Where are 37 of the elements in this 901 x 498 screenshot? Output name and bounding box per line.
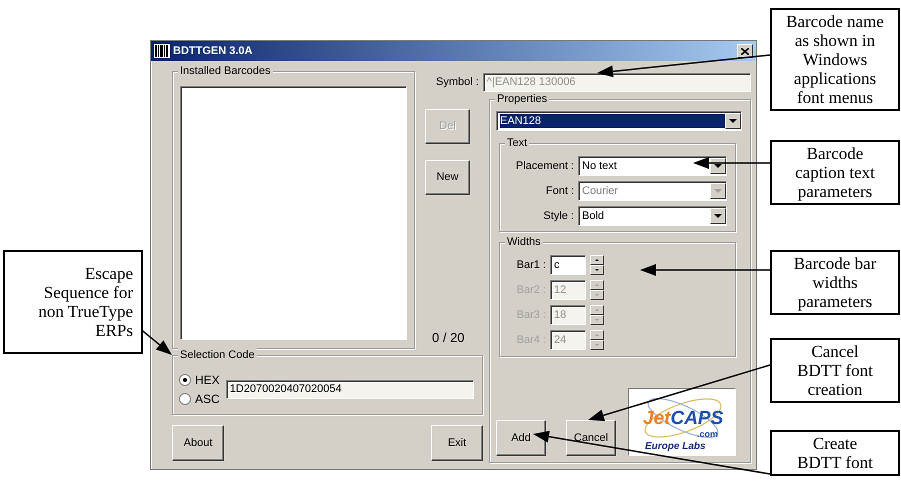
- barcode-icon: [154, 44, 170, 58]
- cancel-button[interactable]: Cancel: [566, 420, 616, 456]
- field-label: Font :: [544, 184, 574, 199]
- spin-buttons[interactable]: [590, 255, 604, 275]
- callout-box: Barcode bar widths parameters: [770, 250, 900, 315]
- barcode-count: 0 / 20: [432, 328, 465, 346]
- radio-label: HEX: [195, 372, 220, 388]
- close-icon: [741, 48, 749, 54]
- about-button[interactable]: About: [172, 425, 224, 461]
- radio-button[interactable]: [179, 374, 191, 386]
- radio-button[interactable]: [179, 392, 191, 404]
- callout-box: Create BDTT font: [770, 430, 900, 476]
- window-title: BDTTGEN 3.0A: [173, 44, 252, 59]
- add-button[interactable]: Add: [496, 420, 546, 456]
- callout-box: Barcode caption text parameters: [770, 140, 900, 205]
- callout-box: Barcode name as shown in Windows applications font menus: [770, 8, 900, 111]
- callout-box: Escape Sequence for non TrueType ERPs: [3, 250, 143, 354]
- logo-tagline: Europe Labs: [645, 440, 706, 454]
- dropdown[interactable]: No text: [578, 156, 727, 176]
- spin-buttons[interactable]: [590, 305, 604, 325]
- callout-box: Cancel BDTT font creation: [770, 338, 900, 403]
- logo-domain: .com: [697, 428, 718, 441]
- selection-code-field: 1D2070020407020054: [226, 380, 474, 398]
- radio-label: ASC: [195, 390, 220, 408]
- bar-width-field[interactable]: c: [550, 255, 586, 275]
- spin-buttons[interactable]: [590, 280, 604, 300]
- symbol-label: Symbol :: [436, 74, 479, 90]
- field-label: Placement :: [514, 158, 574, 174]
- new-button[interactable]: New: [425, 160, 470, 195]
- barcode-dropdown[interactable]: EAN128: [496, 111, 742, 131]
- field-label: Style :: [542, 208, 574, 224]
- close-button[interactable]: [737, 44, 753, 58]
- bar-label: Bar1 :: [516, 258, 546, 273]
- dropdown[interactable]: Bold: [578, 206, 727, 226]
- spin-buttons[interactable]: [590, 330, 604, 350]
- group-label: Properties: [495, 92, 550, 106]
- exit-button[interactable]: Exit: [431, 425, 483, 461]
